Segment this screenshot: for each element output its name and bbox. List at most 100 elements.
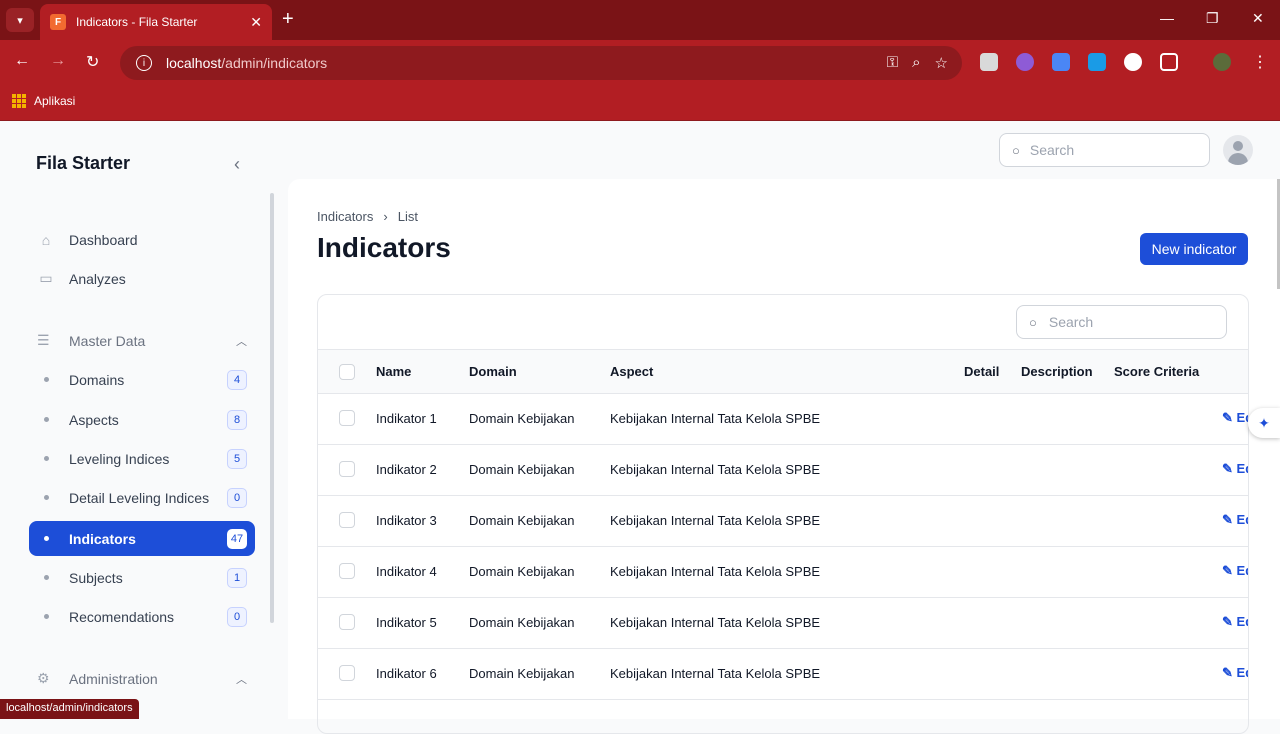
- breadcrumb-indicators[interactable]: Indicators: [317, 209, 373, 224]
- back-icon[interactable]: ←: [14, 52, 30, 70]
- count-badge: 0: [227, 606, 247, 627]
- group-administration[interactable]: ⚙ Administration ︿: [37, 670, 247, 687]
- favicon-icon: F: [50, 14, 66, 30]
- sidebar-item-domains[interactable]: Domains 4: [29, 362, 255, 397]
- menu-icon[interactable]: ⋮: [1252, 52, 1268, 72]
- bookmarks-bar: Aplikasi: [0, 86, 1280, 121]
- key-icon[interactable]: ⚿: [887, 54, 898, 72]
- new-indicator-button[interactable]: New indicator: [1140, 233, 1248, 265]
- edit-button[interactable]: ✎ Edit: [1222, 665, 1248, 681]
- sidebar: Fila Starter ‹ ⌂ Dashboard ▭ Analyzes ☰ …: [0, 121, 276, 719]
- extension-gear-icon[interactable]: [1016, 53, 1034, 71]
- column-description[interactable]: Description: [1021, 364, 1093, 379]
- row-checkbox[interactable]: [339, 410, 355, 426]
- row-checkbox[interactable]: [339, 614, 355, 630]
- row-checkbox[interactable]: [339, 461, 355, 477]
- row-checkbox[interactable]: [339, 512, 355, 528]
- group-master-data[interactable]: ☰ Master Data ︿: [37, 332, 247, 349]
- reload-icon[interactable]: ↻: [86, 52, 99, 72]
- extension-icon[interactable]: [980, 53, 998, 71]
- sidebar-scrollbar[interactable]: [270, 193, 274, 623]
- forward-icon[interactable]: →: [50, 52, 66, 70]
- close-tab-icon[interactable]: ✕: [250, 14, 262, 31]
- database-icon: ☰: [37, 332, 50, 348]
- table-row[interactable]: Indikator 2 Domain Kebijakan Kebijakan I…: [318, 445, 1248, 496]
- search-icon: ○: [1029, 314, 1037, 330]
- sidebar-item-indicators[interactable]: Indicators 47: [29, 521, 255, 556]
- browser-tab[interactable]: F Indicators - Fila Starter ✕: [40, 4, 272, 40]
- count-badge: 5: [227, 448, 247, 469]
- edit-icon: ✎: [1222, 410, 1233, 425]
- column-detail[interactable]: Detail: [964, 364, 999, 379]
- row-checkbox[interactable]: [339, 665, 355, 681]
- restore-icon[interactable]: ❐: [1206, 10, 1219, 27]
- column-domain[interactable]: Domain: [469, 364, 517, 379]
- sidebar-item-recomendations[interactable]: Recomendations 0: [29, 599, 255, 634]
- indicators-table: ○ Search Name Domain Aspect Detail Descr…: [317, 294, 1249, 734]
- edit-button[interactable]: ✎ Edit: [1222, 461, 1248, 477]
- edit-icon: ✎: [1222, 512, 1233, 527]
- zoom-icon[interactable]: ⌕: [912, 54, 920, 72]
- browser-toolbar: ← → ↻ i localhost/admin/indicators ⚿ ⌕ ☆…: [0, 40, 1280, 86]
- edit-button[interactable]: ✎ Edit: [1222, 410, 1248, 426]
- sidebar-item-leveling-indices[interactable]: Leveling Indices 5: [29, 441, 255, 476]
- main-content: Indicators › List Indicators New indicat…: [288, 179, 1280, 734]
- breadcrumb: Indicators › List: [317, 209, 418, 224]
- drop-icon[interactable]: [1088, 53, 1106, 71]
- table-search-input[interactable]: ○ Search: [1016, 305, 1227, 339]
- edit-icon: ✎: [1222, 563, 1233, 578]
- table-header: Name Domain Aspect Detail Description Sc…: [318, 349, 1248, 394]
- bookmark-apps[interactable]: Aplikasi: [12, 94, 75, 108]
- edit-icon: ✎: [1222, 614, 1233, 629]
- new-tab-button[interactable]: +: [282, 8, 294, 30]
- sidebar-item-detail-leveling-indices[interactable]: Detail Leveling Indices 0: [29, 480, 255, 515]
- table-row[interactable]: Indikator 5 Domain Kebijakan Kebijakan I…: [318, 598, 1248, 649]
- gear-icon: ⚙: [37, 670, 50, 686]
- column-name[interactable]: Name: [376, 364, 411, 379]
- select-all-checkbox[interactable]: [339, 364, 355, 380]
- collapse-sidebar-icon[interactable]: ‹: [234, 154, 240, 175]
- browser-tab-strip: ▾ F Indicators - Fila Starter ✕ + — ❐ ✕: [0, 0, 1280, 40]
- avatar[interactable]: [1223, 135, 1253, 165]
- edit-button[interactable]: ✎ Edit: [1222, 563, 1248, 579]
- row-checkbox[interactable]: [339, 563, 355, 579]
- page-title: Indicators: [317, 232, 451, 263]
- translate-icon[interactable]: [1052, 53, 1070, 71]
- puzzle-icon[interactable]: [1160, 53, 1178, 71]
- brand-logo[interactable]: Fila Starter: [36, 153, 130, 174]
- tab-title: Indicators - Fila Starter: [76, 15, 198, 29]
- edit-button[interactable]: ✎ Edit: [1222, 512, 1248, 528]
- chevron-up-icon: ︿: [236, 335, 247, 348]
- close-window-icon[interactable]: ✕: [1252, 10, 1264, 27]
- count-badge: 0: [227, 487, 247, 508]
- status-bar-url: localhost/admin/indicators: [0, 699, 139, 719]
- bookmark-star-icon[interactable]: ☆: [935, 54, 948, 72]
- breadcrumb-list: List: [397, 209, 418, 224]
- extension-circle-icon[interactable]: [1124, 53, 1142, 71]
- table-row[interactable]: Indikator 1 Domain Kebijakan Kebijakan I…: [318, 394, 1248, 445]
- home-icon: ⌂: [41, 231, 51, 248]
- count-badge: 1: [227, 567, 247, 588]
- address-bar[interactable]: i localhost/admin/indicators ⚿ ⌕ ☆: [120, 46, 962, 80]
- chevron-up-icon: ︿: [236, 673, 247, 686]
- minimize-icon[interactable]: —: [1160, 10, 1174, 26]
- table-row[interactable]: Indikator 4 Domain Kebijakan Kebijakan I…: [318, 547, 1248, 598]
- tab-search-button[interactable]: ▾: [6, 8, 34, 32]
- sidebar-item-subjects[interactable]: Subjects 1: [29, 560, 255, 595]
- sidebar-item-analyzes[interactable]: ▭ Analyzes: [29, 261, 255, 296]
- sidebar-item-aspects[interactable]: Aspects 8: [29, 402, 255, 437]
- site-info-icon[interactable]: i: [136, 55, 152, 71]
- edit-icon: ✎: [1222, 665, 1233, 680]
- column-score-criteria[interactable]: Score Criteria: [1114, 364, 1199, 379]
- global-search-input[interactable]: ○ Search: [999, 133, 1210, 167]
- column-aspect[interactable]: Aspect: [610, 364, 653, 379]
- sidebar-item-dashboard[interactable]: ⌂ Dashboard: [29, 222, 255, 257]
- count-badge: 8: [227, 409, 247, 430]
- table-row[interactable]: Indikator 3 Domain Kebijakan Kebijakan I…: [318, 496, 1248, 547]
- floating-helper-icon[interactable]: ✦: [1248, 408, 1280, 438]
- chevron-right-icon: ›: [383, 209, 388, 224]
- edit-button[interactable]: ✎ Edit: [1222, 614, 1248, 630]
- edit-icon: ✎: [1222, 461, 1233, 476]
- profile-icon[interactable]: [1213, 53, 1231, 71]
- table-row[interactable]: Indikator 6 Domain Kebijakan Kebijakan I…: [318, 649, 1248, 700]
